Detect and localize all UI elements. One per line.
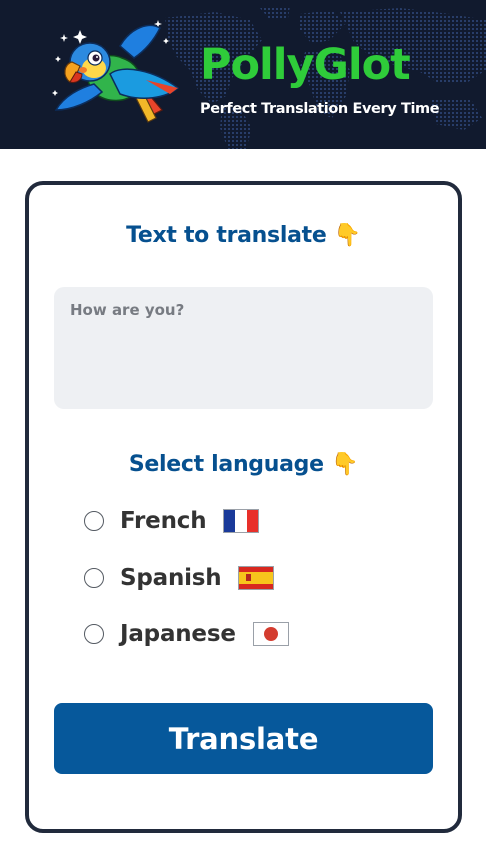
select-language-heading: Select language 👇 [29, 452, 458, 477]
text-to-translate-heading: Text to translate 👇 [29, 223, 458, 248]
text-to-translate-label: Text to translate [126, 223, 327, 248]
brand-tagline: Perfect Translation Every Time [200, 101, 440, 117]
france-flag-icon [223, 509, 260, 533]
language-option-french[interactable]: French [84, 503, 260, 539]
translate-button[interactable]: Translate [54, 703, 433, 774]
brand-title: PollyGlot [200, 40, 411, 90]
select-language-label: Select language [128, 452, 324, 477]
language-option-japanese[interactable]: Japanese [84, 616, 289, 652]
text-to-translate-input[interactable] [54, 287, 433, 409]
translate-card: Text to translate 👇 Select language 👇 Fr… [25, 181, 462, 833]
app-header: PollyGlot Perfect Translation Every Time [0, 0, 486, 149]
japanese-radio[interactable] [84, 624, 104, 644]
language-label: Spanish [120, 565, 222, 591]
pointing-down-icon: 👇 [331, 452, 359, 477]
spanish-radio[interactable] [84, 568, 104, 588]
language-option-spanish[interactable]: Spanish [84, 560, 275, 596]
parrot-icon [52, 20, 180, 123]
japan-flag-icon [252, 622, 289, 646]
french-radio[interactable] [84, 511, 104, 531]
spain-flag-icon [238, 566, 275, 590]
pointing-down-icon: 👇 [333, 223, 361, 248]
language-label: French [120, 508, 207, 534]
language-label: Japanese [120, 621, 236, 647]
